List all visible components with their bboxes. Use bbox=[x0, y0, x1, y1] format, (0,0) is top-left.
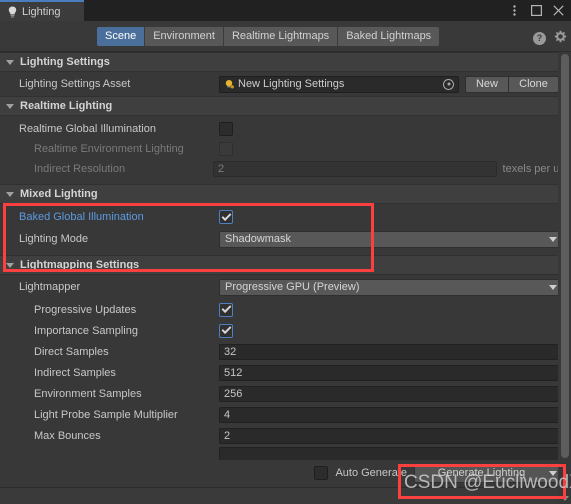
indirect-resolution-label: Indirect Resolution bbox=[34, 163, 126, 175]
lightmapper-value: Progressive GPU (Preview) bbox=[225, 281, 360, 293]
chevron-down-icon bbox=[549, 284, 557, 290]
section-title: Lightmapping Settings bbox=[20, 259, 140, 271]
progressive-updates-checkbox[interactable] bbox=[219, 302, 233, 317]
lighting-settings-asset-label: Lighting Settings Asset bbox=[19, 78, 131, 90]
window-tab-label: Lighting bbox=[22, 5, 61, 18]
importance-sampling-checkbox[interactable] bbox=[219, 323, 233, 338]
tab-realtime-lightmaps[interactable]: Realtime Lightmaps bbox=[223, 26, 339, 46]
lighting-mode-value: Shadowmask bbox=[225, 233, 292, 245]
partial-input[interactable] bbox=[219, 446, 564, 460]
lighting-content: Lighting Settings Lighting Settings Asse… bbox=[0, 52, 571, 504]
row-baked-global-illumination: Baked Global Illumination bbox=[0, 206, 571, 228]
scroll-down-arrow-icon[interactable] bbox=[561, 496, 569, 501]
foldout-arrow-icon bbox=[6, 59, 14, 65]
row-lighting-mode: Lighting Mode Shadowmask bbox=[0, 228, 571, 250]
chevron-down-icon[interactable] bbox=[549, 470, 557, 476]
section-mixed-lighting[interactable]: Mixed Lighting bbox=[0, 184, 571, 204]
indirect-samples-label: Indirect Samples bbox=[34, 366, 116, 379]
section-lightmapping-settings[interactable]: Lightmapping Settings bbox=[0, 255, 571, 275]
direct-samples-input[interactable]: 32 bbox=[219, 343, 564, 360]
row-lightmapper: Lightmapper Progressive GPU (Preview) bbox=[0, 275, 571, 299]
tab-scene[interactable]: Scene bbox=[97, 26, 146, 46]
indirect-resolution-input: 2 bbox=[212, 161, 497, 177]
generate-lighting-label: Generate Lighting bbox=[437, 467, 526, 479]
lighting-settings-asset-field[interactable]: New Lighting Settings bbox=[219, 75, 459, 93]
environment-samples-input[interactable]: 256 bbox=[219, 385, 564, 402]
row-partial-next-field bbox=[0, 446, 571, 460]
row-max-bounces: Max Bounces 2 bbox=[0, 425, 571, 446]
foldout-arrow-icon bbox=[6, 262, 14, 268]
gear-icon[interactable] bbox=[554, 30, 567, 46]
generate-lighting-button[interactable]: Generate Lighting bbox=[414, 463, 564, 483]
window-tab-lighting[interactable]: Lighting bbox=[0, 0, 84, 21]
environment-samples-label: Environment Samples bbox=[34, 387, 142, 400]
window-titlebar: Lighting bbox=[0, 0, 571, 21]
chevron-down-icon bbox=[549, 236, 557, 242]
lighting-toolbar: Scene Environment Realtime Lightmaps Bak… bbox=[0, 21, 571, 52]
close-icon[interactable] bbox=[552, 4, 565, 17]
help-icon[interactable]: ? bbox=[533, 31, 546, 45]
titlebar-spacer bbox=[84, 0, 508, 21]
titlebar-buttons bbox=[508, 0, 571, 21]
scrollbar-thumb[interactable] bbox=[561, 54, 569, 458]
row-importance-sampling: Importance Sampling bbox=[0, 320, 571, 341]
lighting-mode-dropdown[interactable]: Shadowmask bbox=[219, 230, 564, 248]
row-lighting-settings-asset: Lighting Settings Asset New Lighting Set… bbox=[0, 72, 571, 96]
importance-sampling-label: Importance Sampling bbox=[34, 324, 138, 337]
section-title: Realtime Lighting bbox=[20, 100, 113, 112]
vertical-scrollbar[interactable] bbox=[558, 52, 571, 504]
row-indirect-samples: Indirect Samples 512 bbox=[0, 362, 571, 383]
row-light-probe-sample-multiplier: Light Probe Sample Multiplier 4 bbox=[0, 404, 571, 425]
lighting-mode-label: Lighting Mode bbox=[19, 233, 89, 245]
max-bounces-label: Max Bounces bbox=[34, 429, 101, 442]
row-direct-samples: Direct Samples 32 bbox=[0, 341, 571, 362]
section-lighting-settings[interactable]: Lighting Settings bbox=[0, 52, 571, 72]
lightbulb-icon bbox=[8, 6, 17, 18]
indirect-samples-input[interactable]: 512 bbox=[219, 364, 564, 381]
baked-gi-label[interactable]: Baked Global Illumination bbox=[0, 211, 219, 223]
row-indirect-resolution: Indirect Resolution 2 texels per unit bbox=[0, 159, 571, 179]
lightmapper-dropdown[interactable]: Progressive GPU (Preview) bbox=[219, 278, 564, 296]
row-realtime-environment-lighting: Realtime Environment Lighting bbox=[0, 139, 571, 159]
maximize-icon[interactable] bbox=[530, 4, 543, 17]
new-button[interactable]: New bbox=[465, 75, 509, 93]
baked-gi-checkbox[interactable] bbox=[219, 210, 233, 224]
auto-generate-label: Auto Generate bbox=[335, 467, 407, 479]
realtime-gi-checkbox[interactable] bbox=[219, 122, 233, 136]
light-probe-sample-multiplier-label: Light Probe Sample Multiplier bbox=[34, 408, 178, 421]
lighting-tabstrip: Scene Environment Realtime Lightmaps Bak… bbox=[97, 26, 440, 46]
tab-environment[interactable]: Environment bbox=[145, 26, 224, 46]
row-progressive-updates: Progressive Updates bbox=[0, 299, 571, 320]
foldout-arrow-icon bbox=[6, 103, 14, 109]
realtime-environment-lighting-label: Realtime Environment Lighting bbox=[34, 143, 184, 155]
section-title: Lighting Settings bbox=[20, 56, 110, 68]
lighting-settings-asset-icon bbox=[224, 79, 235, 90]
progressive-updates-label: Progressive Updates bbox=[34, 303, 137, 316]
toolbar-icons: ? bbox=[533, 30, 567, 46]
light-probe-sample-multiplier-input[interactable]: 4 bbox=[219, 406, 564, 423]
generate-bar: Auto Generate Generate Lighting bbox=[0, 460, 571, 486]
lightmapper-label: Lightmapper bbox=[19, 281, 81, 293]
foldout-arrow-icon bbox=[6, 191, 14, 197]
direct-samples-label: Direct Samples bbox=[34, 345, 109, 358]
section-realtime-lighting[interactable]: Realtime Lighting bbox=[0, 96, 571, 116]
max-bounces-input[interactable]: 2 bbox=[219, 427, 564, 444]
bottom-strip bbox=[0, 487, 571, 504]
object-picker-icon[interactable] bbox=[443, 78, 454, 90]
kebab-menu-icon[interactable] bbox=[508, 4, 521, 17]
clone-button[interactable]: Clone bbox=[509, 75, 559, 93]
tab-baked-lightmaps[interactable]: Baked Lightmaps bbox=[338, 26, 440, 46]
section-title: Mixed Lighting bbox=[20, 188, 98, 200]
row-environment-samples: Environment Samples 256 bbox=[0, 383, 571, 404]
row-realtime-global-illumination: Realtime Global Illumination bbox=[0, 119, 571, 139]
lighting-settings-asset-value: New Lighting Settings bbox=[238, 78, 345, 90]
auto-generate-checkbox[interactable] bbox=[314, 466, 329, 480]
realtime-gi-label: Realtime Global Illumination bbox=[19, 123, 156, 135]
realtime-environment-lighting-checkbox bbox=[219, 142, 233, 156]
